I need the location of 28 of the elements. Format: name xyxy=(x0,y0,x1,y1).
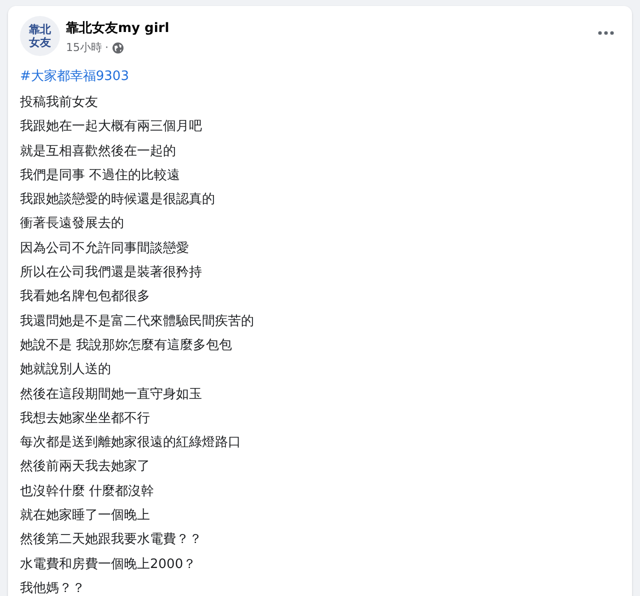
post-text-line: 就在她家睡了一個晚上 xyxy=(20,507,150,526)
post-text-line: 衝著長遠發展去的 xyxy=(20,215,124,234)
post-text-line: 就是互相喜歡然後在一起的 xyxy=(20,142,176,161)
page-avatar[interactable]: 靠北 女友 xyxy=(20,16,60,56)
post-text-line: 也沒幹什麼 什麼都沒幹 xyxy=(20,482,154,501)
post-text-line: 我跟她在一起大概有兩三個月吧 xyxy=(20,118,202,136)
post-text-line: 投稿我前女友 xyxy=(20,94,98,112)
more-options-icon[interactable] xyxy=(598,31,614,35)
post-text-line: 她說不是 我說那妳怎麼有這麼多包包 xyxy=(20,336,232,355)
post-text-line: 水電費和房費一個晚上2000？ xyxy=(20,556,196,574)
post-text-line: 所以在公司我們還是裝著很矜持 xyxy=(20,264,202,282)
hashtag-link[interactable]: #大家都幸福9303 xyxy=(20,66,129,88)
post-text-line: 我跟她談戀愛的時候還是很認真的 xyxy=(20,191,215,210)
author-name[interactable]: 靠北女友my girl xyxy=(66,19,592,37)
post-text-line: 我還問她是不是富二代來體驗民間疾苦的 xyxy=(20,312,254,331)
post-text-line: 我他媽？？ xyxy=(20,580,85,596)
separator: · xyxy=(105,41,108,54)
post-text-line: 然後第二天她跟我要水電費？？ xyxy=(20,531,202,550)
post-text-line: 然後在這段期間她一直守身如玉 xyxy=(20,386,202,404)
post-text-line: 每次都是送到離她家很遠的紅綠燈路口 xyxy=(20,434,241,452)
post-text-line: 她就說別人送的 xyxy=(20,361,111,380)
post-text-line: 然後前兩天我去她家了 xyxy=(20,458,150,476)
globe-icon xyxy=(112,42,124,54)
post-text-line: 因為公司不允許同事間談戀愛 xyxy=(20,240,189,258)
post-text-line: 我們是同事 不過住的比較遠 xyxy=(20,166,180,185)
post-text-line: 我看她名牌包包都很多 xyxy=(20,288,150,306)
post-text-line: 我想去她家坐坐都不行 xyxy=(20,410,150,428)
post-time[interactable]: 15小時 xyxy=(66,40,102,55)
